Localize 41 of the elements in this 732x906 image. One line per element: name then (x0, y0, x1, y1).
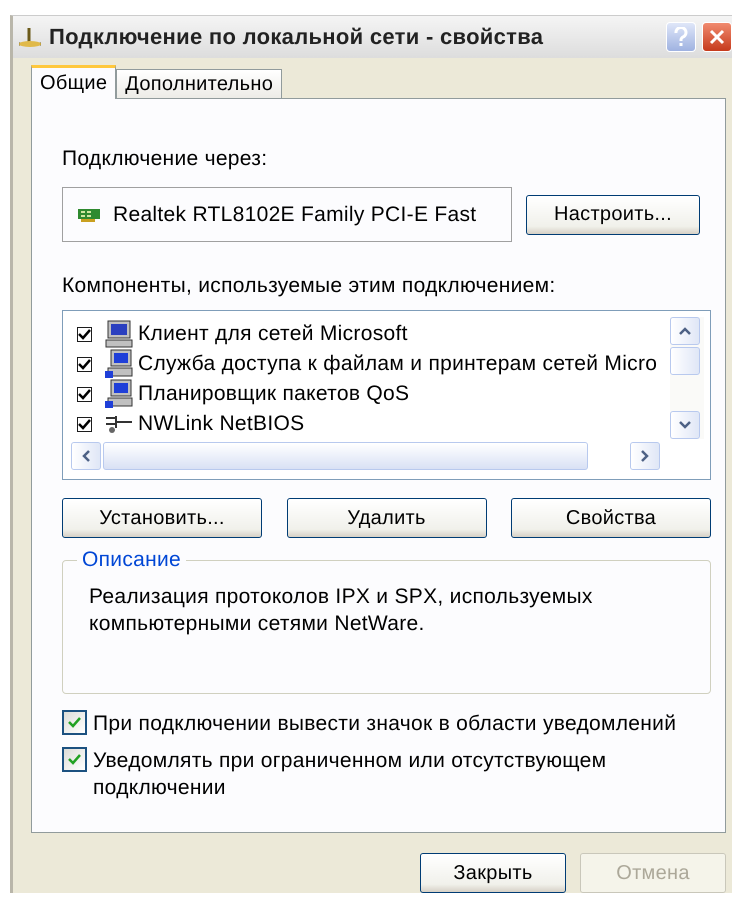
check-mark-icon (78, 358, 91, 370)
close-button[interactable] (702, 22, 732, 52)
vertical-scrollbar[interactable] (670, 317, 704, 439)
dialog-button[interactable]: Закрыть (420, 853, 566, 893)
adapter-name: Realtek RTL8102E Family PCI-E Fast (113, 202, 476, 226)
configure-button[interactable]: Настроить... (526, 194, 700, 234)
list-item[interactable]: Клиент для сетей Microsoft (138, 322, 408, 346)
scroll-thumb[interactable] (670, 347, 700, 375)
tab[interactable]: Дополнительно (116, 69, 282, 98)
check-mark-icon (78, 418, 91, 430)
horizontal-scrollbar[interactable] (71, 439, 660, 473)
checkbox[interactable] (77, 326, 92, 342)
checkbox-label[interactable]: При подключении вывести значок в области уведомлений (93, 710, 711, 737)
components-label: Компоненты, используемые этим подключением: (62, 274, 557, 298)
checkbox[interactable] (62, 710, 87, 735)
check-mark-icon (78, 328, 91, 340)
close-icon (709, 29, 725, 45)
checkbox[interactable] (62, 747, 87, 772)
scroll-thumb[interactable] (103, 442, 588, 470)
list-item[interactable]: Планировщик пакетов QoS (138, 382, 410, 406)
question-mark-icon (674, 27, 688, 47)
checkbox[interactable] (77, 386, 92, 402)
description-text: Реализация протоколов IPX и SPX, используемых компьютерными сетями NetWare. (89, 584, 594, 637)
checkbox[interactable] (77, 416, 92, 432)
check-mark-icon (68, 754, 81, 765)
action-button[interactable]: Удалить (286, 498, 486, 538)
list-item[interactable]: NWLink NetBIOS (138, 412, 304, 436)
checkbox[interactable] (77, 356, 92, 372)
computer-icon (104, 319, 134, 349)
network-card-icon (77, 206, 101, 222)
action-button[interactable]: Свойства (511, 498, 711, 538)
window-title: Подключение по локальной сети - свойства (49, 24, 544, 50)
check-mark-icon (78, 388, 91, 400)
checkbox-label[interactable]: Уведомлять при ограниченном или отсутствующем подключении (93, 747, 711, 801)
computer-icon (104, 379, 134, 409)
tab[interactable]: Общие (31, 65, 116, 99)
list-item[interactable]: Служба доступа к файлам и принтерам сетей Micro (138, 352, 658, 376)
connect-via-label: Подключение через: (62, 147, 268, 171)
computer-icon (104, 349, 134, 379)
check-mark-icon (68, 717, 81, 728)
action-button[interactable]: Установить... (62, 498, 262, 538)
